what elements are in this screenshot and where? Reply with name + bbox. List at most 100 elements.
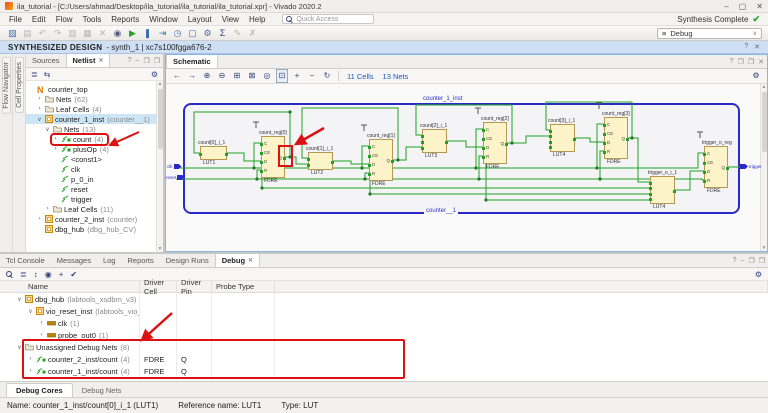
tab-netlist[interactable]: Netlist✕ xyxy=(66,54,111,67)
help-icon[interactable]: ? xyxy=(128,57,132,64)
menu-help[interactable]: Help xyxy=(244,15,270,24)
maximize-icon[interactable]: ❐ xyxy=(154,57,160,65)
pause-icon[interactable]: ❚ xyxy=(141,27,154,40)
cell-count-1-i-1[interactable]: count[1]_i_1LUT2 xyxy=(308,152,333,170)
zoom-fit-icon[interactable]: ⊞ xyxy=(231,70,243,82)
chevron-collapsed-icon[interactable]: › xyxy=(52,136,59,142)
sub-tab-debug-nets[interactable]: Debug Nets xyxy=(73,384,131,397)
chevron-collapsed-icon[interactable]: › xyxy=(38,320,45,326)
column-header-name[interactable]: Name xyxy=(0,281,140,292)
delete-icon[interactable]: ✕ xyxy=(96,27,109,40)
edit-icon[interactable]: ✎ xyxy=(231,27,244,40)
chevron-collapsed-icon[interactable]: › xyxy=(44,206,51,212)
netlist-tree-item-counter-1-inst[interactable]: ∨counter_1_inst(counter__1) xyxy=(26,114,163,124)
report-doc-icon[interactable]: ▢ xyxy=(186,27,199,40)
menu-reports[interactable]: Reports xyxy=(106,15,144,24)
open-project-icon[interactable]: ▨ xyxy=(6,27,19,40)
minimize-icon[interactable]: – xyxy=(136,57,140,64)
zoom-selection-icon[interactable]: ⊠ xyxy=(246,70,258,82)
expand-all-icon[interactable]: ↕ xyxy=(34,270,38,279)
netlist-tree-item-trigger[interactable]: trigger xyxy=(26,194,163,204)
netlist-tree-item-nets[interactable]: ›Nets(62) xyxy=(26,94,163,104)
sum-icon[interactable]: Σ xyxy=(216,27,229,40)
cell-count-0-i-1[interactable]: count[0]_i_1LUT1 xyxy=(200,146,227,160)
menu-tools[interactable]: Tools xyxy=(78,15,107,24)
cell-count-reg-3-[interactable]: count_reg[3]FDRECCEDRQ xyxy=(604,117,628,159)
debug-row-probe-out0[interactable]: ›probe_out0(1) xyxy=(0,329,768,341)
forward-icon[interactable]: → xyxy=(186,70,198,82)
chevron-expanded-icon[interactable]: ∨ xyxy=(27,308,34,315)
bottom-tab-design-runs[interactable]: Design Runs xyxy=(160,254,215,267)
minimize-icon[interactable]: – xyxy=(724,2,728,11)
chevron-collapsed-icon[interactable]: › xyxy=(27,368,34,374)
scroll-thumb[interactable] xyxy=(158,89,163,149)
redo-icon[interactable]: ↷ xyxy=(51,27,64,40)
gear-icon[interactable]: ⚙ xyxy=(755,270,762,279)
close-icon[interactable]: ✕ xyxy=(758,58,764,66)
close-icon[interactable]: ✕ xyxy=(248,257,253,264)
menu-layout[interactable]: Layout xyxy=(183,15,217,24)
back-icon[interactable]: ← xyxy=(171,70,183,82)
close-icon[interactable]: ✕ xyxy=(754,43,760,51)
elaborate-clock-icon[interactable]: ◷ xyxy=(171,27,184,40)
search-icon[interactable] xyxy=(6,271,13,278)
float-icon[interactable]: ❐ xyxy=(748,257,754,265)
column-header-driver-pin[interactable]: Driver Pin xyxy=(177,281,212,292)
help-icon[interactable]: ? xyxy=(744,43,748,51)
menu-flow[interactable]: Flow xyxy=(51,15,78,24)
cell-properties-strip[interactable]: Cell Properties xyxy=(13,54,26,252)
debug-row-vio-reset-inst[interactable]: ∨vio_reset_inst(labtools_vio_v3) xyxy=(0,305,768,317)
scope-icon[interactable]: ◎ xyxy=(261,70,273,82)
cells-link[interactable]: 11 Cells xyxy=(344,72,377,81)
menu-window[interactable]: Window xyxy=(144,15,182,24)
regenerate-icon[interactable]: ↻ xyxy=(321,70,333,82)
netlist-tree-item-leaf-cells[interactable]: ›Leaf Cells(11) xyxy=(26,204,163,214)
cell-count-3-i-1[interactable]: count[3]_i_1LUT4 xyxy=(550,124,575,152)
chevron-collapsed-icon[interactable]: › xyxy=(38,332,45,338)
help-icon[interactable]: ? xyxy=(730,58,734,65)
cell-properties-tab[interactable]: Cell Properties xyxy=(15,57,24,113)
netlist-tree-item-nets[interactable]: ∨Nets(13) xyxy=(26,124,163,134)
gear-icon[interactable]: ⚙ xyxy=(151,70,158,79)
collapse-all-icon[interactable]: ≣ xyxy=(20,270,27,279)
cell-count-reg-1-[interactable]: count_reg[1]FDRECCEDRQ xyxy=(369,139,393,181)
cell-trigger-o-i-1[interactable]: trigger_o_i_1LUT4 xyxy=(650,176,675,204)
expand-icon[interactable]: + xyxy=(291,70,303,82)
chevron-collapsed-icon[interactable]: › xyxy=(36,96,43,102)
netlist-tree-item-counter-2-inst[interactable]: ›counter_2_inst(counter) xyxy=(26,214,163,224)
cell-count-reg-2-[interactable]: count_reg[2]FDRECCEDRQ xyxy=(483,122,507,164)
chevron-expanded-icon[interactable]: ∨ xyxy=(16,296,23,303)
chevron-expanded-icon[interactable]: ∨ xyxy=(16,344,23,351)
maximize-icon[interactable]: ▢ xyxy=(739,2,747,11)
schematic-title-tab[interactable]: Schematic xyxy=(166,55,218,68)
debug-row-clk[interactable]: ›clk(1) xyxy=(0,317,768,329)
reorder-icon[interactable]: ⇆ xyxy=(44,70,51,79)
cell-count-reg-0-[interactable]: count_reg[0]FDRECCEDRQ xyxy=(261,136,285,178)
sub-tab-debug-cores[interactable]: Debug Cores xyxy=(6,383,73,397)
chevron-collapsed-icon[interactable]: › xyxy=(52,146,59,152)
flow-navigator-strip[interactable]: Flow Navigator xyxy=(0,54,13,252)
chevron-collapsed-icon[interactable]: › xyxy=(36,216,43,222)
layout-selector-dropdown[interactable]: ≡ Debug ∨ xyxy=(657,28,762,39)
scroll-up-icon[interactable]: ▲ xyxy=(158,81,163,87)
gear-icon[interactable]: ⚙ xyxy=(750,70,762,82)
run-icon[interactable]: ▶ xyxy=(126,27,139,40)
netlist-tree-item--const1-[interactable]: <const1> xyxy=(26,154,163,164)
debug-row-counter-1-inst-count[interactable]: ›counter_1_inst/count(4)FDREQ xyxy=(0,365,768,377)
bottom-tab-log[interactable]: Log xyxy=(97,254,122,267)
netlist-tree-item-leaf-cells[interactable]: ›Leaf Cells(4) xyxy=(26,104,163,114)
maximize-icon[interactable]: ❐ xyxy=(748,58,754,66)
find-icon[interactable]: ◉ xyxy=(111,27,124,40)
undo-icon[interactable]: ↶ xyxy=(36,27,49,40)
float-icon[interactable]: ❐ xyxy=(143,57,149,65)
bottom-tab-debug[interactable]: Debug✕ xyxy=(215,254,260,267)
bottom-tab-reports[interactable]: Reports xyxy=(121,254,159,267)
column-header-driver-cell[interactable]: Driver Cell xyxy=(140,281,177,292)
cell-count-2-i-1[interactable]: count[2]_i_1LUT3 xyxy=(422,129,447,153)
collapse-icon[interactable]: − xyxy=(306,70,318,82)
close-icon[interactable]: ✕ xyxy=(98,57,103,64)
menu-file[interactable]: File xyxy=(4,15,27,24)
bottom-tab-tcl-console[interactable]: Tcl Console xyxy=(0,254,51,267)
cut-icon[interactable]: ✗ xyxy=(246,27,259,40)
zoom-in-icon[interactable]: ⊕ xyxy=(201,70,213,82)
